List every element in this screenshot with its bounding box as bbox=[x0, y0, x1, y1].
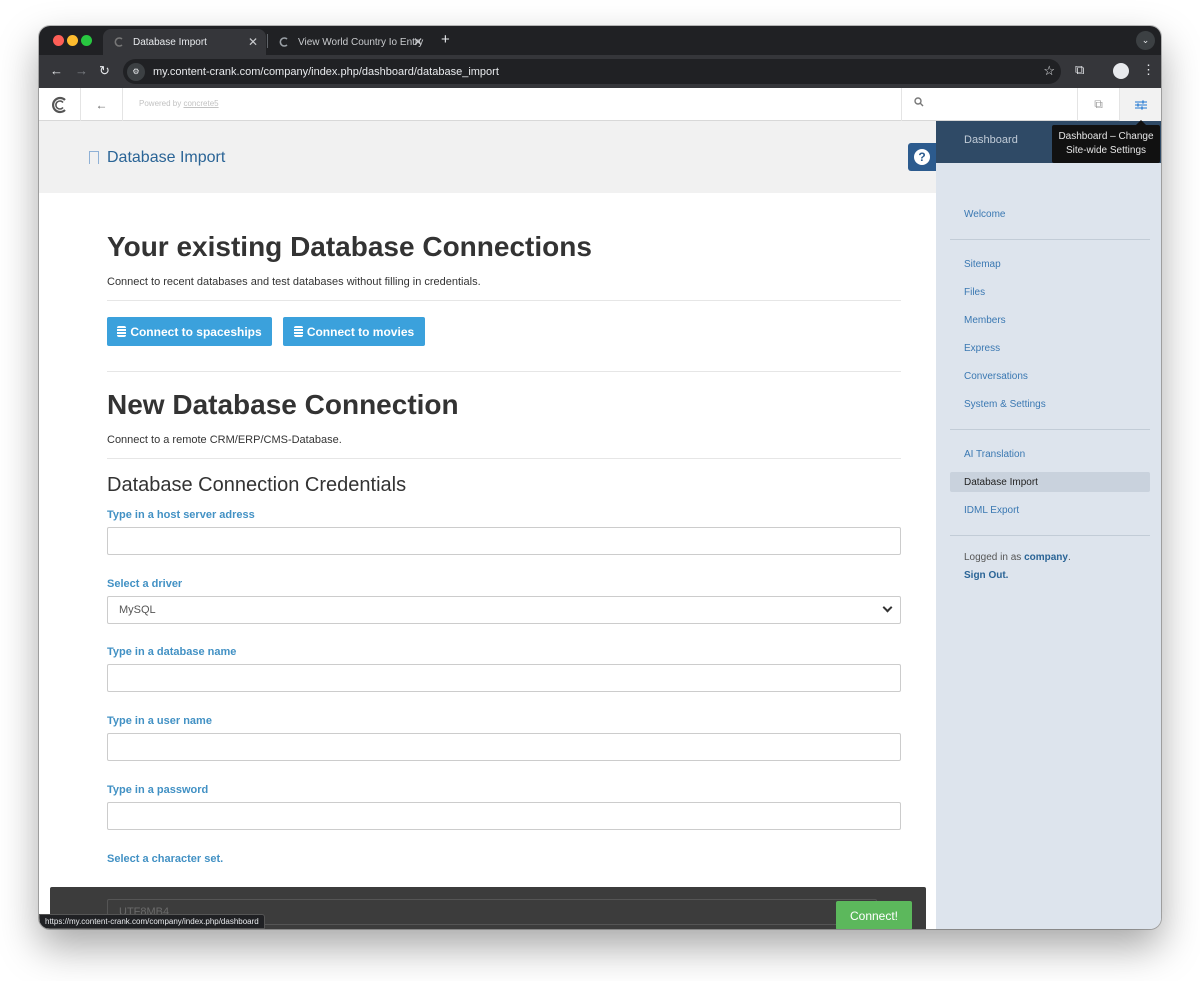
url-text[interactable]: my.content-crank.com/company/index.php/d… bbox=[153, 66, 499, 78]
tab-title: Database Import bbox=[133, 36, 207, 48]
main-content: Database Import ? Your existing Database… bbox=[39, 121, 936, 929]
page-title: Database Import bbox=[107, 149, 226, 166]
page-header: Database Import ? bbox=[39, 121, 936, 193]
new-tab-icon[interactable]: + bbox=[441, 31, 450, 48]
logged-in-suffix: . bbox=[1067, 552, 1071, 563]
powered-by: Powered by concrete5 bbox=[139, 99, 219, 108]
close-tab-icon[interactable]: ✕ bbox=[413, 35, 423, 49]
driver-label: Select a driver bbox=[107, 578, 183, 590]
new-connection-description: Connect to a remote CRM/ERP/CMS-Database… bbox=[107, 434, 342, 446]
credentials-heading: Database Connection Credentials bbox=[107, 474, 407, 496]
host-label: Type in a host server adress bbox=[107, 509, 255, 521]
tab-bar: Database Import ✕ View World Country Io … bbox=[39, 26, 1161, 55]
settings-tooltip: Dashboard – Change Site-wide Settings bbox=[1052, 120, 1160, 163]
back-arrow-icon[interactable]: ← bbox=[50, 63, 63, 78]
button-label: Connect to movies bbox=[306, 324, 415, 339]
maximize-window-button[interactable] bbox=[81, 35, 92, 46]
concrete5-link[interactable]: concrete5 bbox=[183, 99, 218, 108]
bookmark-icon[interactable] bbox=[89, 151, 99, 164]
logged-in-user[interactable]: company bbox=[1024, 552, 1068, 563]
search-input[interactable] bbox=[932, 94, 1072, 114]
concrete-favicon-icon bbox=[278, 36, 290, 48]
connect-spaceships-button[interactable]: Connect to spaceships bbox=[107, 317, 272, 346]
powered-by-prefix: Powered by bbox=[139, 99, 182, 108]
password-input[interactable] bbox=[107, 802, 901, 830]
driver-selected-value: MySQL bbox=[119, 604, 156, 616]
dashboard-item-database-import[interactable]: Database Import bbox=[950, 472, 1150, 492]
sign-out-link[interactable]: Sign Out. bbox=[964, 570, 1008, 581]
tab-title: View World Country Io Entry bbox=[298, 36, 424, 48]
minimize-window-button[interactable] bbox=[67, 35, 78, 46]
status-bar-url: https://my.content-crank.com/company/ind… bbox=[39, 914, 265, 929]
dbname-label: Type in a database name bbox=[107, 646, 237, 658]
divider bbox=[107, 458, 901, 459]
new-connection-heading: New Database Connection bbox=[107, 389, 459, 420]
dashboard-item-system-settings[interactable]: System & Settings bbox=[964, 399, 1046, 410]
dashboard-item-ai-translation[interactable]: AI Translation bbox=[964, 449, 1025, 460]
tab-database-import[interactable]: Database Import ✕ bbox=[103, 29, 266, 55]
omnibox[interactable]: ⚙ my.content-crank.com/company/index.php… bbox=[123, 59, 1061, 84]
dashboard-item-members[interactable]: Members bbox=[964, 315, 1006, 326]
tooltip-line-1: Dashboard – Change bbox=[1058, 131, 1154, 142]
tab-search-chevron-icon[interactable]: ⌄ bbox=[1136, 31, 1155, 50]
driver-select[interactable]: MySQL bbox=[107, 596, 901, 624]
reload-icon[interactable]: ↻ bbox=[99, 63, 110, 79]
logged-in-prefix: Logged in as bbox=[964, 552, 1022, 563]
dashboard-item-welcome[interactable]: Welcome bbox=[964, 209, 1006, 220]
username-label: Type in a user name bbox=[107, 715, 212, 727]
intelligent-search-icon[interactable]: ⧉ bbox=[1078, 88, 1120, 121]
connect-movies-button[interactable]: Connect to movies bbox=[283, 317, 425, 346]
database-icon bbox=[293, 326, 303, 337]
existing-connections-heading: Your existing Database Connections bbox=[107, 231, 592, 262]
divider bbox=[107, 300, 901, 301]
dashboard-settings-icon[interactable] bbox=[1120, 88, 1161, 121]
help-button[interactable]: ? bbox=[908, 143, 936, 171]
dashboard-item-files[interactable]: Files bbox=[964, 287, 985, 298]
charset-label: Select a character set. bbox=[107, 853, 224, 865]
button-label: Connect to spaceships bbox=[130, 324, 262, 339]
question-icon: ? bbox=[914, 149, 930, 165]
username-input[interactable] bbox=[107, 733, 901, 761]
divider bbox=[950, 429, 1150, 430]
chevron-down-icon bbox=[882, 602, 893, 613]
connect-button[interactable]: Connect! bbox=[836, 901, 912, 929]
browser-window: Database Import ✕ View World Country Io … bbox=[39, 26, 1161, 929]
bookmark-star-icon[interactable]: ☆ bbox=[1043, 63, 1055, 79]
cms-toolbar: ← Powered by concrete5 ⧉ bbox=[39, 88, 1161, 121]
site-info-icon[interactable]: ⚙ bbox=[127, 62, 145, 81]
dashboard-panel: Dashboard Welcome Sitemap Files Members … bbox=[936, 121, 1161, 929]
extensions-icon[interactable]: ⧉ bbox=[1075, 62, 1084, 78]
toolbar-search bbox=[901, 88, 1078, 121]
address-bar: ← → ↻ ⚙ my.content-crank.com/company/ind… bbox=[39, 55, 1161, 88]
dashboard-item-express[interactable]: Express bbox=[964, 343, 1000, 354]
browser-menu-icon[interactable]: ⋮ bbox=[1142, 62, 1155, 78]
logged-in-text: Logged in as company. bbox=[964, 552, 1071, 563]
dbname-input[interactable] bbox=[107, 664, 901, 692]
dashboard-item-sitemap[interactable]: Sitemap bbox=[964, 259, 1001, 270]
close-tab-icon[interactable]: ✕ bbox=[248, 35, 258, 49]
dashboard-item-idml-export[interactable]: IDML Export bbox=[964, 505, 1019, 516]
search-icon bbox=[914, 97, 924, 110]
concrete-favicon-icon bbox=[113, 36, 125, 48]
close-window-button[interactable] bbox=[53, 35, 64, 46]
dashboard-item-conversations[interactable]: Conversations bbox=[964, 371, 1028, 382]
back-arrow-icon[interactable]: ← bbox=[81, 88, 123, 121]
database-icon bbox=[117, 326, 127, 337]
divider bbox=[950, 535, 1150, 536]
existing-connections-description: Connect to recent databases and test dat… bbox=[107, 276, 481, 288]
divider bbox=[107, 371, 901, 372]
tab-view-world-country[interactable]: View World Country Io Entry ✕ bbox=[268, 29, 431, 55]
dashboard-title[interactable]: Dashboard bbox=[964, 134, 1018, 146]
host-input[interactable] bbox=[107, 527, 901, 555]
forward-arrow-icon[interactable]: → bbox=[75, 63, 88, 78]
password-label: Type in a password bbox=[107, 784, 209, 796]
profile-avatar-icon[interactable] bbox=[1113, 63, 1129, 79]
tooltip-line-2: Site-wide Settings bbox=[1065, 145, 1147, 156]
divider bbox=[950, 239, 1150, 240]
concrete-logo-icon[interactable] bbox=[39, 88, 81, 121]
